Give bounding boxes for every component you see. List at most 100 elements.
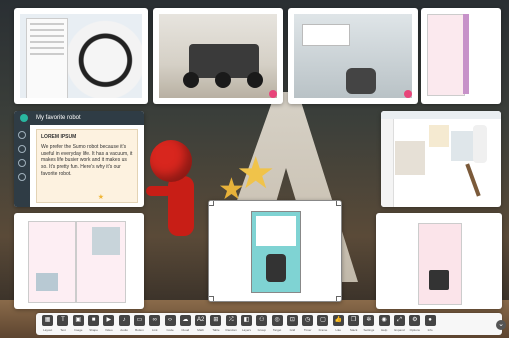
mop-handle [465,163,481,197]
expand-icon: ⤢ [393,315,405,326]
document-sidebar-strip [463,14,469,94]
toolbar-button-math[interactable]: A2 Math [193,314,208,334]
collapse-toolbar-button[interactable]: ⌄ [496,320,506,330]
toolbar-button-label: Settings [363,328,375,332]
page-image [92,227,120,255]
toolbar-button-cloud[interactable]: ☁ Cloud [178,314,193,334]
toolbar-button-label: Stack [349,328,358,332]
board-card-rover[interactable] [153,8,283,104]
card-subtitle: LOREM IPSUM [41,134,77,140]
desktop-board: ★ ★ My favorite robot LOREM IPSUM We pre… [0,0,509,338]
board-card-pink-doc[interactable] [376,213,502,309]
pink-marker-icon[interactable] [404,90,412,98]
background-robot-head [150,140,192,182]
toolbar-button-table[interactable]: ⊞ Table [208,314,223,334]
resize-handle[interactable] [209,201,214,206]
toolbar-button-help[interactable]: ◉ Help [377,314,392,334]
toolbar-button-group[interactable]: ⚇ Group [254,314,269,334]
toolbar-button-timer[interactable]: ◷ Timer [300,314,315,334]
board-card-robot-dog[interactable] [14,8,148,104]
timer-icon: ◷ [302,315,314,326]
board-card-two-pages[interactable] [14,213,144,309]
card-text: We prefer the Sumo robot because it's us… [41,143,133,177]
toolbar-button-target[interactable]: ◎ Target [269,314,284,334]
robot-figure [266,254,286,282]
table-icon: ⊞ [210,315,222,326]
cloud-icon: ☁ [179,315,191,326]
toolbar-button-button[interactable]: ▭ Button [132,314,147,334]
toolbar-button-label: Target [272,328,282,332]
settings-icon[interactable] [18,159,26,167]
rover-wheel [247,72,263,88]
info-icon: ● [424,315,436,326]
toolbar-button-label: Timer [303,328,312,332]
toolbar-button-shape[interactable]: ■ Shape [86,314,101,334]
toolbar-button-settings[interactable]: ✲ Settings [361,314,376,334]
collage-image [395,141,425,175]
toolbar-button-layers[interactable]: ◧ Layers [239,314,254,334]
home-icon[interactable] [18,131,26,139]
pink-marker-icon[interactable] [269,90,277,98]
toolbar-button-label: Frame [318,328,328,332]
page-image [36,273,58,291]
toolbar-button-stack[interactable]: ❐ Stack [346,314,361,334]
star-icon: ★ [97,194,104,201]
toolbar-button-label: Shape [89,328,98,332]
layout-icon: ▦ [42,315,54,326]
resize-handle[interactable] [209,296,214,301]
shape-icon: ■ [88,315,100,326]
board-card-document[interactable] [421,8,501,104]
toolbar-button-video[interactable]: ▶ Video [101,314,116,334]
app-logo-icon [20,114,28,122]
toolbar-button-audio[interactable]: ♪ Audio [116,314,131,334]
window-titlebar [381,111,501,119]
text-icon: T [57,315,69,326]
bottom-toolbar: ▦ Layout T Text ▣ Image ■ Shape ▶ Video ♪ Audio ▭ But… [36,313,502,335]
board-card-selected[interactable] [208,200,342,302]
video-icon: ▶ [103,315,115,326]
board-card-robot-photo[interactable] [288,8,418,104]
toolbar-button-label: Layers [242,328,252,332]
target-icon: ◎ [271,315,283,326]
group-icon: ⚇ [256,315,268,326]
button-icon: ▭ [133,315,145,326]
toolbar-button-expand[interactable]: ⤢ Expand [392,314,407,334]
toolbar-button-random[interactable]: ⤮ Random [224,314,239,334]
help-icon: ◉ [378,315,390,326]
math-icon: A2 [195,315,207,326]
resize-handle[interactable] [336,296,341,301]
toolbar-button-label: Layout [43,328,53,332]
toolbar-button-label: Link [151,328,158,332]
board-card-collage[interactable] [381,111,501,207]
toolbar-button-layout[interactable]: ▦ Layout [40,314,55,334]
resize-handle[interactable] [336,201,341,206]
like-icon: 👍 [332,315,344,326]
frame-icon: ▢ [317,315,329,326]
toolbar-button-options[interactable]: ⚙ Options [407,314,422,334]
toolbar-button-label: Audio [120,328,128,332]
toolbar-button-label: Code [166,328,174,332]
toolbar-button-info[interactable]: ● Info [422,314,437,334]
toolbar-button-label: Expand [394,328,405,332]
toolbar-button-label: Info [427,328,433,332]
window-sidebar [381,119,394,207]
document-text-block [256,216,296,246]
toolbar-button-grid[interactable]: ⊡ Grid [285,314,300,334]
toolbar-button-link[interactable]: ∞ Link [147,314,162,334]
toolbar-button-code[interactable]: ‹› Code [162,314,177,334]
card-header: My favorite robot [14,111,144,125]
toolbar-button-label: Table [212,328,220,332]
toolbar-button-text[interactable]: T Text [55,314,70,334]
board-card-favorite-robot[interactable]: My favorite robot LOREM IPSUM We prefer … [14,111,144,207]
search-icon[interactable] [18,145,26,153]
toolbar-button-frame[interactable]: ▢ Frame [315,314,330,334]
toolbar-button-image[interactable]: ▣ Image [71,314,86,334]
document-thumbnail [427,14,465,96]
toolbar-button-label: Like [335,328,342,332]
grid-icon: ⊡ [286,315,298,326]
link-icon: ∞ [149,315,161,326]
toolbar-button-like[interactable]: 👍 Like [331,314,346,334]
user-icon[interactable] [18,173,26,181]
background-robot-body [168,176,194,236]
layers-icon: ◧ [241,315,252,326]
